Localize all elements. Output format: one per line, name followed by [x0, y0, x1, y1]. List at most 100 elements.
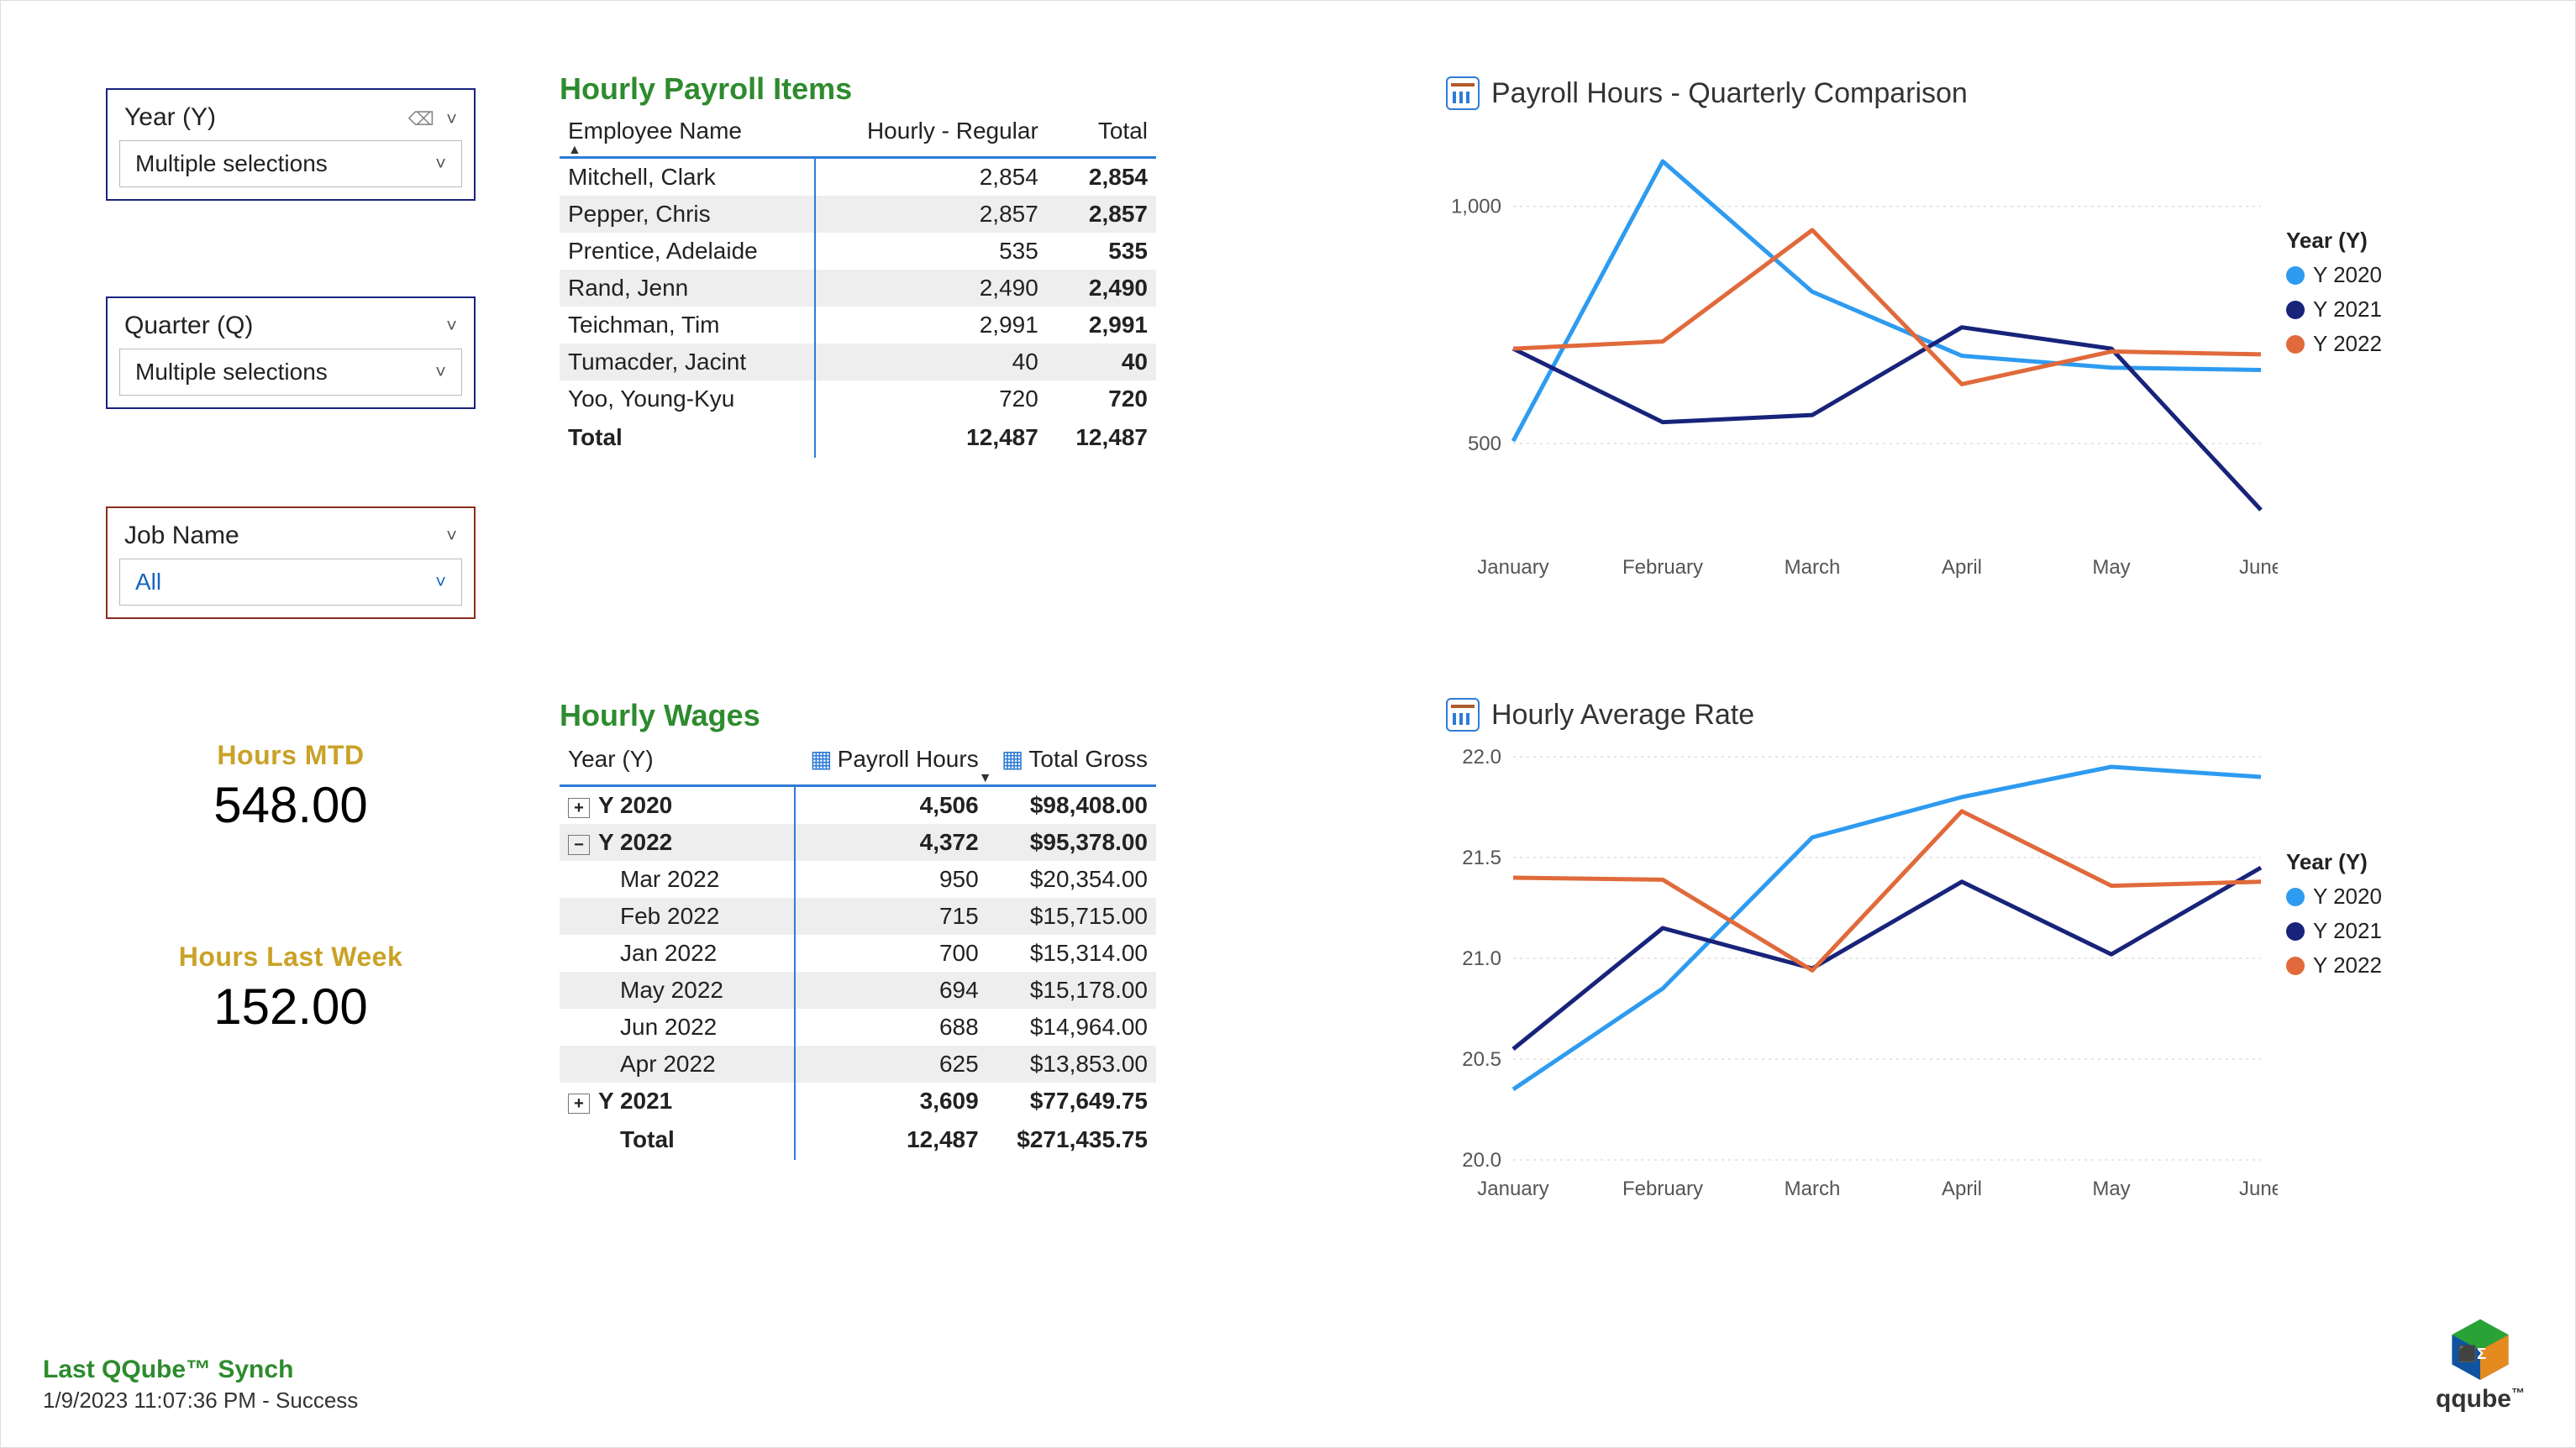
table-header-row: Employee Name▲ Hourly - Regular Total	[560, 111, 1156, 158]
slicer-year-select[interactable]: Multiple selections ˅	[119, 140, 462, 187]
table-hourly-wages[interactable]: Year (Y) ▦Payroll Hours▼ ▦Total Gross +Y…	[560, 738, 1156, 1160]
col-hourly-regular[interactable]: Hourly - Regular	[815, 111, 1047, 158]
col-year[interactable]: Year (Y)	[560, 738, 795, 786]
table-row[interactable]: Teichman, Tim2,9912,991	[560, 307, 1156, 344]
total-gross: $271,435.75	[987, 1120, 1156, 1160]
col-employee-name[interactable]: Employee Name▲	[560, 111, 815, 158]
total-label: Total	[560, 417, 815, 458]
logo-text: qqube™	[2436, 1385, 2525, 1414]
table-row[interactable]: Mar 2022950$20,354.00	[560, 861, 1156, 898]
legend-item[interactable]: Y 2020	[2286, 884, 2382, 910]
legend-swatch	[2286, 957, 2305, 975]
cell-hourly: 2,854	[815, 158, 1047, 197]
col-total[interactable]: Total	[1047, 111, 1156, 158]
table-row[interactable]: Tumacder, Jacint4040	[560, 344, 1156, 380]
slicer-job-select[interactable]: All ˅	[119, 559, 462, 606]
cell-gross: $15,715.00	[987, 898, 1156, 935]
collapse-icon[interactable]: −	[568, 835, 590, 855]
chevron-down-icon[interactable]: ˅	[446, 108, 457, 129]
table-row[interactable]: Prentice, Adelaide535535	[560, 233, 1156, 270]
svg-text:February: February	[1622, 556, 1703, 579]
table-row[interactable]: +Y 20204,506$98,408.00	[560, 786, 1156, 825]
cell-gross: $20,354.00	[987, 861, 1156, 898]
table-total-row: Total 12,487 $271,435.75	[560, 1120, 1156, 1160]
slicer-job-header: Job Name ˅	[119, 517, 462, 559]
svg-text:February: February	[1622, 1178, 1703, 1200]
legend-item[interactable]: Y 2020	[2286, 262, 2382, 288]
table-row[interactable]: May 2022694$15,178.00	[560, 972, 1156, 1009]
table-row[interactable]: Feb 2022715$15,715.00	[560, 898, 1156, 935]
slicer-job-value: All	[135, 569, 161, 595]
table-row[interactable]: Jan 2022700$15,314.00	[560, 935, 1156, 972]
chart-payroll-hours[interactable]: Payroll Hours - Quarterly Comparison 500…	[1446, 76, 2421, 589]
legend-item[interactable]: Y 2022	[2286, 952, 2382, 978]
chevron-down-icon[interactable]: ˅	[446, 315, 457, 337]
svg-text:21.0: 21.0	[1462, 947, 1501, 970]
legend-swatch	[2286, 301, 2305, 319]
table-row[interactable]: Mitchell, Clark2,8542,854	[560, 158, 1156, 197]
cell-employee: Prentice, Adelaide	[560, 233, 815, 270]
table-row[interactable]: Apr 2022625$13,853.00	[560, 1046, 1156, 1083]
sync-status: 1/9/2023 11:07:36 PM - Success	[43, 1388, 358, 1414]
cell-hours: 700	[795, 935, 987, 972]
slicer-quarter-value: Multiple selections	[135, 359, 328, 386]
svg-text:April: April	[1942, 556, 1982, 579]
chart2-plot: 20.020.521.021.522.0JanuaryFebruaryMarch…	[1446, 740, 2278, 1210]
legend-item[interactable]: Y 2021	[2286, 296, 2382, 323]
slicer-job-label: Job Name	[124, 522, 239, 550]
cell-total: 720	[1047, 380, 1156, 417]
sort-asc-icon: ▲	[568, 143, 581, 158]
cell-hours: 688	[795, 1009, 987, 1046]
svg-text:May: May	[2092, 1178, 2130, 1200]
cell-hourly: 2,490	[815, 270, 1047, 307]
total-label: Total	[560, 1120, 795, 1160]
expand-icon[interactable]: +	[568, 1094, 590, 1114]
cell-year: Feb 2022	[560, 898, 795, 935]
eraser-icon[interactable]: ⌫	[408, 108, 434, 129]
kpi-last-week-value: 152.00	[106, 978, 476, 1036]
kpi-hours-last-week: Hours Last Week 152.00	[106, 942, 476, 1036]
cell-employee: Yoo, Young-Kyu	[560, 380, 815, 417]
chart2-title: Hourly Average Rate	[1446, 698, 2421, 732]
kpi-hours-mtd: Hours MTD 548.00	[106, 740, 476, 834]
table-row[interactable]: +Y 20213,609$77,649.75	[560, 1083, 1156, 1120]
cell-gross: $77,649.75	[987, 1083, 1156, 1120]
expand-icon[interactable]: +	[568, 798, 590, 818]
kpi-hours-mtd-label: Hours MTD	[106, 740, 476, 771]
legend-item[interactable]: Y 2021	[2286, 918, 2382, 944]
slicer-quarter[interactable]: Quarter (Q) ˅ Multiple selections ˅	[106, 296, 476, 409]
calendar-icon: ▦	[810, 746, 832, 772]
table-row[interactable]: −Y 20224,372$95,378.00	[560, 824, 1156, 861]
legend-swatch	[2286, 335, 2305, 354]
cell-hours: 4,506	[795, 786, 987, 825]
cell-year: May 2022	[560, 972, 795, 1009]
chevron-down-icon: ˅	[435, 361, 446, 383]
table-payroll-items[interactable]: Employee Name▲ Hourly - Regular Total Mi…	[560, 111, 1156, 458]
table-row[interactable]: Pepper, Chris2,8572,857	[560, 196, 1156, 233]
cell-gross: $14,964.00	[987, 1009, 1156, 1046]
svg-text:20.5: 20.5	[1462, 1048, 1501, 1071]
table-row[interactable]: Jun 2022688$14,964.00	[560, 1009, 1156, 1046]
svg-text:March: March	[1785, 556, 1841, 579]
svg-text:March: March	[1785, 1178, 1841, 1200]
cell-year: +Y 2021	[560, 1083, 795, 1120]
svg-text:April: April	[1942, 1178, 1982, 1200]
total-total: 12,487	[1047, 417, 1156, 458]
chart-hourly-avg-rate[interactable]: Hourly Average Rate 20.020.521.021.522.0…	[1446, 698, 2421, 1210]
svg-text:May: May	[2092, 556, 2130, 579]
chevron-down-icon[interactable]: ˅	[446, 525, 457, 547]
slicer-quarter-select[interactable]: Multiple selections ˅	[119, 349, 462, 396]
table-row[interactable]: Yoo, Young-Kyu720720	[560, 380, 1156, 417]
sync-title: Last QQube™ Synch	[43, 1356, 358, 1384]
slicer-job[interactable]: Job Name ˅ All ˅	[106, 506, 476, 619]
legend-item[interactable]: Y 2022	[2286, 331, 2382, 357]
cell-year: −Y 2022	[560, 824, 795, 861]
cell-hourly: 40	[815, 344, 1047, 380]
col-payroll-hours[interactable]: ▦Payroll Hours▼	[795, 738, 987, 786]
slicer-year-header: Year (Y) ⌫ ˅	[119, 98, 462, 140]
col-total-gross[interactable]: ▦Total Gross	[987, 738, 1156, 786]
slicer-year-label: Year (Y)	[124, 103, 216, 132]
chevron-down-icon: ˅	[435, 571, 446, 593]
table-row[interactable]: Rand, Jenn2,4902,490	[560, 270, 1156, 307]
slicer-year[interactable]: Year (Y) ⌫ ˅ Multiple selections ˅	[106, 88, 476, 201]
